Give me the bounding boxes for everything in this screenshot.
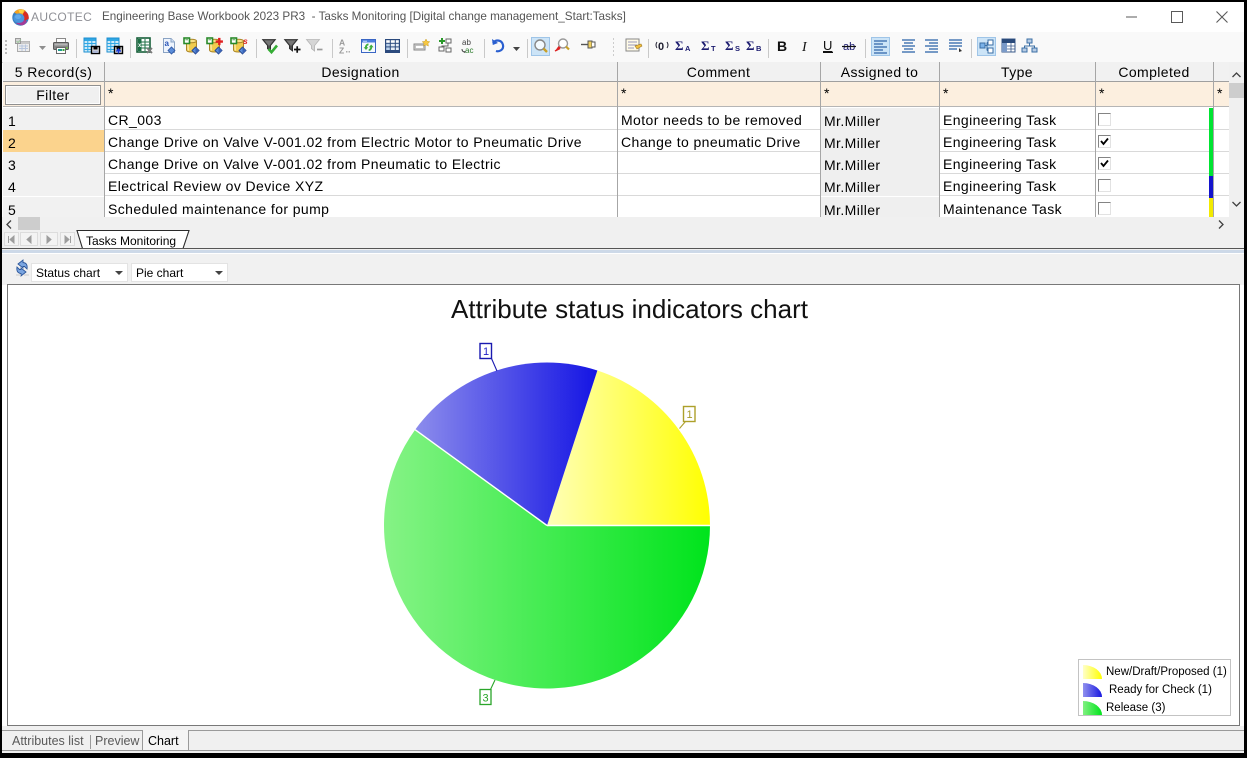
svg-text:Σ: Σ	[675, 38, 684, 53]
svg-text:1: 1	[483, 346, 489, 358]
svg-text:I: I	[801, 40, 808, 55]
svg-text:3: 3	[482, 693, 488, 705]
svg-text:0: 0	[658, 41, 664, 53]
svg-text:T: T	[711, 44, 716, 53]
svg-text:Z: Z	[339, 46, 344, 56]
svg-text:Σ: Σ	[746, 38, 755, 53]
svg-text:Σ: Σ	[725, 38, 734, 53]
svg-text:s: s	[243, 37, 248, 46]
svg-text:ac: ac	[465, 46, 473, 55]
svg-text:B: B	[777, 38, 787, 54]
svg-text:..: ..	[346, 45, 351, 55]
svg-text:Σ: Σ	[701, 38, 710, 53]
svg-text:A: A	[685, 44, 691, 53]
svg-text:B: B	[756, 44, 762, 53]
svg-text:a: a	[165, 39, 170, 48]
svg-text:S: S	[735, 44, 740, 53]
svg-text:U: U	[823, 38, 832, 53]
svg-text:1: 1	[686, 409, 692, 421]
